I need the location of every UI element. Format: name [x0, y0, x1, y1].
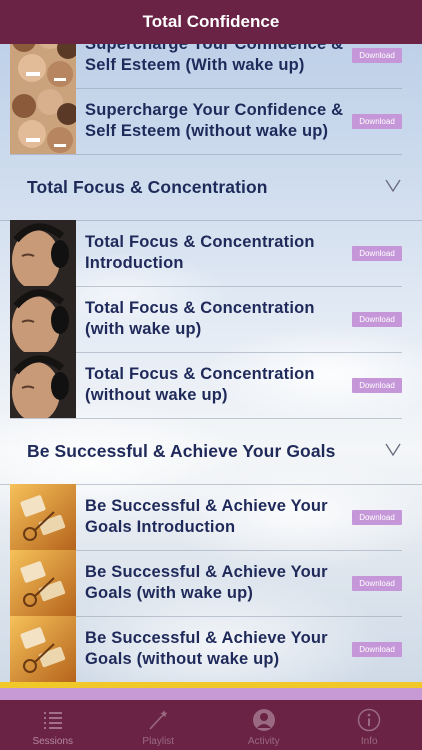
list-icon — [43, 712, 62, 729]
session-title: Supercharge Your Confidence & Self Estee… — [85, 101, 344, 140]
section-header[interactable]: Be Successful & Achieve Your Goals — [0, 418, 422, 485]
key-thumbnail — [10, 484, 76, 550]
sessions-list[interactable]: Supercharge Your Confidence & Self Estee… — [0, 44, 422, 682]
session-title: Be Successful & Achieve Your Goals (with… — [85, 563, 328, 602]
session-title: Total Focus & Concentration Introduction — [85, 233, 315, 272]
list-item[interactable]: Total Focus & Concentration Introduction… — [10, 220, 402, 287]
download-button[interactable]: Download — [352, 114, 402, 129]
list-item[interactable]: Be Successful & Achieve Your Goals (with… — [10, 550, 402, 617]
download-button[interactable]: Download — [352, 378, 402, 393]
key-thumbnail — [10, 550, 76, 616]
chevron-down-icon[interactable] — [385, 177, 401, 193]
tab-bar: Sessions Playlist Activity Info — [0, 700, 422, 750]
session-title: Be Successful & Achieve Your Goals (with… — [85, 629, 328, 668]
session-title: Total Focus & Concentration (without wak… — [85, 365, 315, 404]
tab-label: Activity — [247, 736, 280, 747]
section-title: Total Focus & Concentration — [27, 176, 268, 197]
list-item[interactable]: Total Focus & Concentration (without wak… — [10, 352, 402, 419]
page-title: Total Confidence — [142, 12, 280, 31]
download-button[interactable]: Download — [352, 642, 402, 657]
app-header: Total Confidence — [0, 0, 422, 44]
list-item[interactable]: Total Focus & Concentration (with wake u… — [10, 286, 402, 353]
accent-stripe-lilac — [0, 688, 422, 700]
magic-wand-icon — [149, 710, 168, 730]
faces-thumbnail — [10, 88, 76, 154]
tab-info[interactable]: Info — [317, 700, 422, 750]
session-title: Total Focus & Concentration (with wake u… — [85, 299, 315, 338]
section-header[interactable]: Total Focus & Concentration — [0, 154, 422, 221]
session-title: Supercharge Your Confidence & Self Estee… — [85, 44, 344, 74]
headphones-thumbnail — [10, 352, 76, 418]
session-title: Be Successful & Achieve Your Goals Intro… — [85, 497, 328, 536]
tab-playlist[interactable]: Playlist — [106, 700, 212, 750]
section-title: Be Successful & Achieve Your Goals — [27, 440, 336, 461]
download-button[interactable]: Download — [352, 510, 402, 525]
faces-thumbnail — [10, 44, 76, 88]
tab-activity[interactable]: Activity — [211, 700, 317, 750]
list-item[interactable]: Supercharge Your Confidence & Self Estee… — [10, 88, 402, 155]
download-button[interactable]: Download — [352, 48, 402, 63]
person-icon — [252, 709, 275, 731]
list-item[interactable]: Be Successful & Achieve Your Goals Intro… — [10, 484, 402, 551]
headphones-thumbnail — [10, 286, 76, 352]
tab-label: Info — [360, 736, 378, 747]
download-button[interactable]: Download — [352, 312, 402, 327]
download-button[interactable]: Download — [352, 246, 402, 261]
tab-sessions[interactable]: Sessions — [0, 700, 106, 750]
list-item[interactable]: Supercharge Your Confidence & Self Estee… — [10, 44, 402, 89]
headphones-thumbnail — [10, 220, 76, 286]
tab-label: Playlist — [142, 736, 175, 747]
info-icon — [358, 708, 381, 732]
chevron-down-icon[interactable] — [385, 441, 401, 457]
list-item[interactable]: Be Successful & Achieve Your Goals (with… — [10, 616, 402, 682]
download-button[interactable]: Download — [352, 576, 402, 591]
key-thumbnail — [10, 616, 76, 682]
tab-label: Sessions — [32, 736, 74, 747]
